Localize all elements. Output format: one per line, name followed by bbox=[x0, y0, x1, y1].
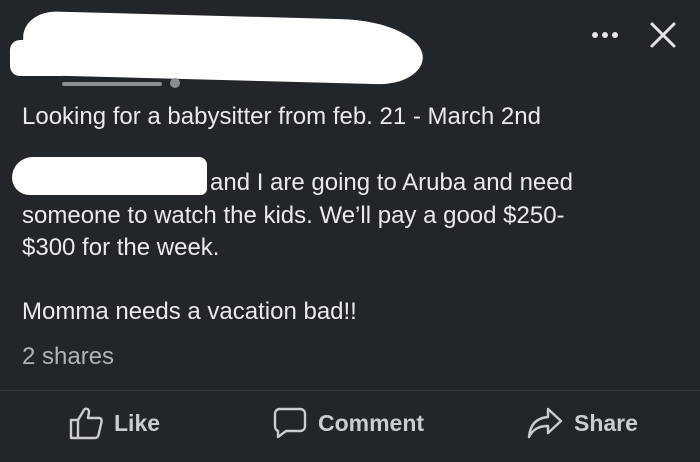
action-divider bbox=[0, 390, 700, 391]
comment-label: Comment bbox=[318, 409, 425, 436]
like-label: Like bbox=[114, 409, 161, 436]
like-button[interactable]: Like bbox=[68, 400, 160, 446]
post-meta bbox=[62, 70, 182, 88]
thumbs-up-icon bbox=[69, 407, 103, 440]
post-timestamp-fragment bbox=[62, 82, 162, 86]
post-text-line: Momma needs a vacation bad!! bbox=[22, 298, 357, 325]
more-options-icon[interactable] bbox=[592, 32, 618, 38]
post-text-line: $300 for the week. bbox=[22, 234, 220, 261]
post-action-bar: Like Comment Share bbox=[0, 400, 700, 450]
post-text-line: and I are going to Aruba and need bbox=[210, 169, 573, 196]
comment-button[interactable]: Comment bbox=[272, 400, 424, 446]
comment-bubble-icon bbox=[273, 407, 307, 439]
shares-count[interactable]: 2 shares bbox=[22, 343, 114, 371]
post-text-line: someone to watch the kids. We’ll pay a g… bbox=[22, 202, 565, 229]
globe-icon bbox=[170, 78, 180, 88]
share-label: Share bbox=[574, 409, 638, 436]
share-arrow-icon bbox=[527, 407, 563, 439]
share-button[interactable]: Share bbox=[526, 400, 638, 446]
post-text-line: Looking for a babysitter from feb. 21 - … bbox=[22, 103, 541, 130]
post-header-actions bbox=[592, 20, 678, 50]
close-icon[interactable] bbox=[648, 20, 678, 50]
